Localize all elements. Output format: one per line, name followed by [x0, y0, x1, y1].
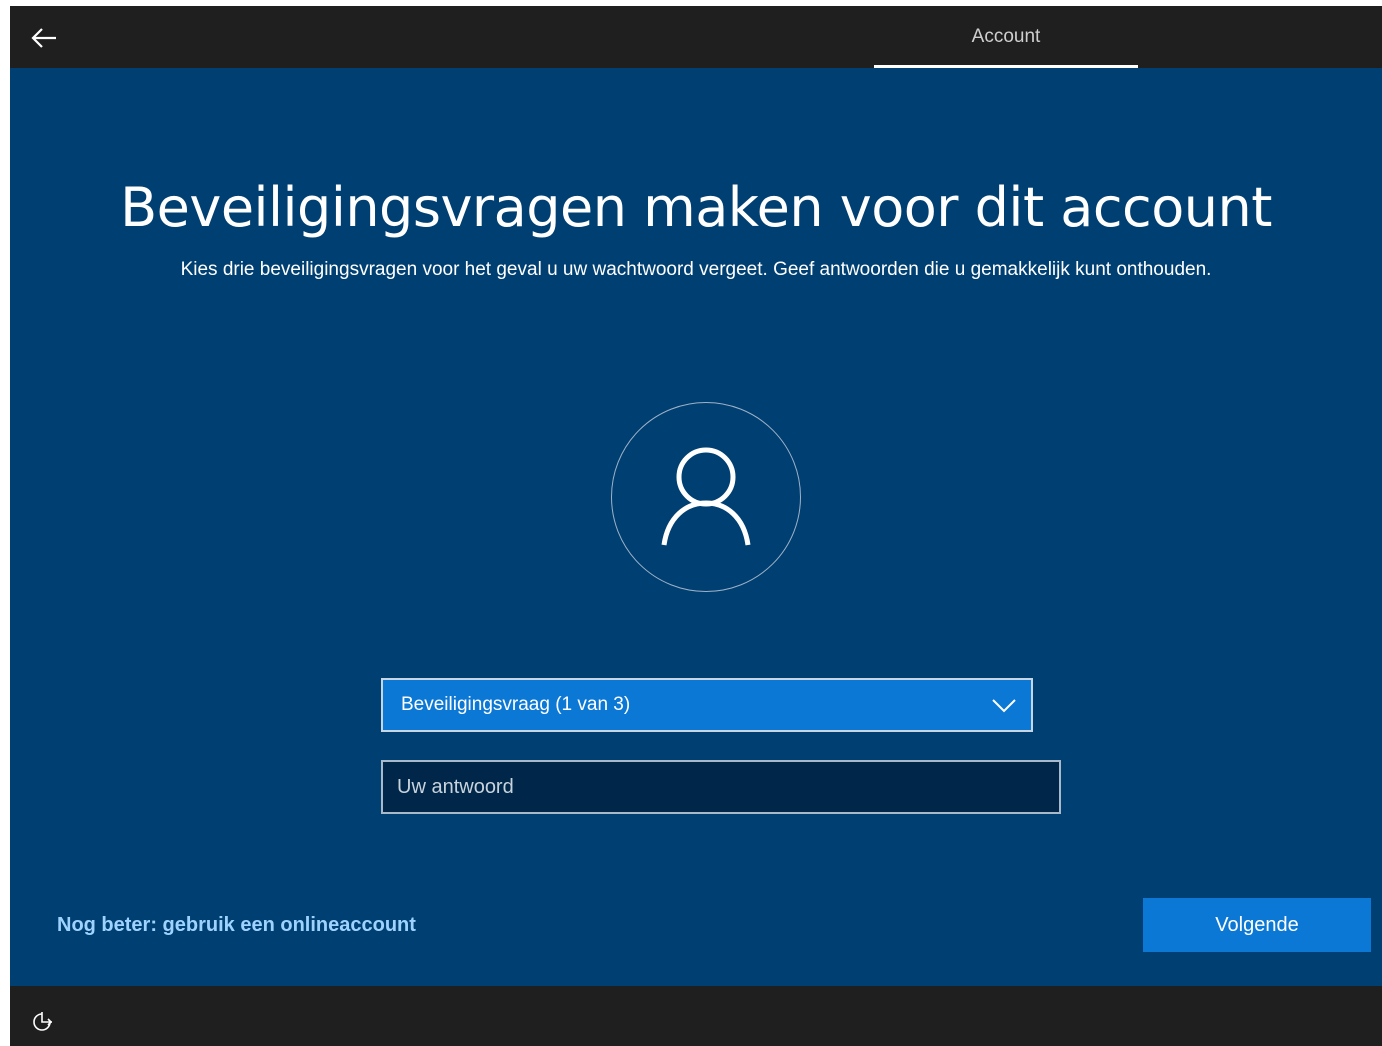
security-question-dropdown[interactable]: Beveiligingsvraag (1 van 3) — [381, 678, 1033, 732]
page-subtitle: Kies drie beveiligingsvragen voor het ge… — [180, 259, 1212, 280]
security-question-selected: Beveiligingsvraag (1 van 3) — [401, 694, 631, 715]
ease-of-access-button[interactable] — [28, 1008, 56, 1036]
top-bar: Account — [10, 6, 1382, 68]
back-arrow-icon — [31, 28, 56, 48]
back-button[interactable] — [24, 20, 64, 56]
chevron-down-icon — [992, 699, 1016, 713]
answer-input[interactable] — [381, 760, 1061, 814]
oobe-window: Account Beveiligingsvragen maken voor di… — [10, 6, 1382, 1046]
next-button[interactable]: Volgende — [1143, 898, 1371, 952]
tab-active-indicator — [874, 65, 1138, 68]
tab-account-label: Account — [971, 26, 1041, 47]
bottom-bar — [10, 986, 1382, 1046]
online-account-link[interactable]: Nog beter: gebruik een onlineaccount — [57, 914, 416, 937]
user-icon — [661, 447, 751, 546]
ease-of-access-icon — [33, 1012, 53, 1031]
avatar — [611, 402, 801, 592]
page-title: Beveiligingsvragen maken voor dit accoun… — [120, 176, 1272, 239]
tab-account[interactable]: Account — [874, 6, 1138, 68]
